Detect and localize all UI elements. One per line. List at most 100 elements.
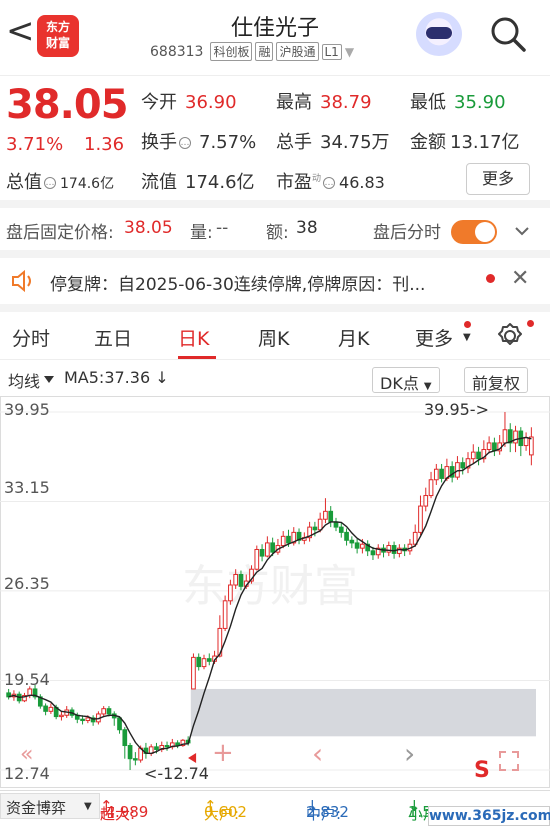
assistant-robot-icon[interactable] <box>416 12 462 56</box>
super-large-value: -4.989 <box>100 803 149 821</box>
y-tick-label: 33.15 <box>4 478 50 497</box>
scroll-left-fast-button[interactable]: « <box>20 742 33 767</box>
candle-body <box>48 706 54 712</box>
candle-body <box>370 550 376 556</box>
price-gap-band <box>190 688 537 737</box>
tab-weekly-k[interactable]: 周K <box>258 324 289 351</box>
stat-amount-value: 13.17亿 <box>450 132 520 153</box>
tag-star-market: 科创板 <box>210 42 253 61</box>
tab-intraday[interactable]: 分时 <box>12 324 50 351</box>
signal-s-marker[interactable]: S <box>474 758 490 783</box>
chart-min-label: <-12.74 <box>144 764 209 783</box>
tab-more[interactable]: 更多 <box>415 324 453 351</box>
stat-open: 今开 36.90 <box>141 88 237 114</box>
candle-body <box>196 656 202 668</box>
candle-body <box>455 462 460 478</box>
kline-svg[interactable]: 东方财富 <box>0 396 550 788</box>
candle-body <box>280 535 286 547</box>
stat-amount: 金额 13.17亿 <box>410 128 520 154</box>
candle-body <box>270 542 275 553</box>
scroll-left-button[interactable]: ‹ <box>312 737 323 770</box>
stat-high-value: 38.79 <box>320 92 372 113</box>
info-icon[interactable]: … <box>179 137 191 149</box>
candle-body <box>349 539 355 544</box>
stat-pe-sup: 动 <box>312 174 322 184</box>
ma-type-selector[interactable]: 均线 <box>8 368 40 392</box>
candle-body <box>523 437 529 447</box>
candle-body <box>238 573 244 587</box>
candle-body <box>101 708 107 715</box>
caret-down-icon: ▼ <box>463 332 471 343</box>
after-hours-toggle[interactable] <box>451 220 497 244</box>
candle-body <box>27 688 33 697</box>
candle-body <box>502 429 508 444</box>
candle-body <box>344 531 349 541</box>
chevron-down-icon[interactable]: ▼ <box>345 45 354 59</box>
stat-pe-label: 市盈 <box>276 172 312 193</box>
more-stats-button[interactable]: 更多 <box>466 163 530 195</box>
candle-body <box>201 658 207 668</box>
stat-float-cap: 流值 174.6亿 <box>141 168 255 194</box>
medium-value: 2.832 <box>306 803 349 821</box>
candle-body <box>312 526 318 531</box>
candle-body <box>513 430 518 444</box>
chart-watermark: 东方财富 <box>182 561 358 612</box>
stock-subtitle[interactable]: 688313 科创板 融 沪股通 L1 ▼ <box>150 42 354 61</box>
candle-body <box>59 714 64 718</box>
large-flow: 大户: 0.602 ↑ <box>204 797 247 823</box>
medium-flow: 中户: 2.832 ↓ <box>306 797 349 823</box>
change-amount: 1.36 <box>84 134 125 155</box>
fullscreen-icon[interactable] <box>496 748 522 774</box>
kline-chart[interactable]: 东方财富 <box>0 396 550 788</box>
stock-name: 仕佳光子 <box>230 16 319 41</box>
candle-body <box>386 545 392 553</box>
adjust-mode-button[interactable]: 前复权 <box>464 367 529 393</box>
gear-icon[interactable] <box>496 322 524 350</box>
candle-body <box>391 545 397 554</box>
notice-text: 停复牌：自2025-06-30连续停牌,停牌原因：刊... <box>50 275 426 295</box>
stat-amount-label: 金额 <box>410 132 446 153</box>
tab-monthly-k[interactable]: 月K <box>338 324 369 351</box>
ma5-readout: MA5:37.36 ↓ <box>64 368 169 387</box>
caret-down-icon: ▼ <box>84 801 92 812</box>
site-watermark: www.365jz.com <box>428 806 550 826</box>
candle-body <box>433 468 439 481</box>
candle-body <box>354 542 360 549</box>
stat-open-value: 36.90 <box>185 92 237 113</box>
candle-body <box>323 510 328 520</box>
candle-body <box>85 717 91 722</box>
dk-point-button[interactable]: DK点 ▼ <box>372 367 440 393</box>
header: < 东方 财富 仕佳光子 688313 科创板 融 沪股通 L1 ▼ <box>0 0 550 76</box>
speaker-icon <box>12 269 31 293</box>
candle-body <box>460 462 466 469</box>
candle-body <box>164 745 170 748</box>
stat-volume-label: 总手 <box>276 132 312 153</box>
candle-body <box>106 708 112 715</box>
candle-body <box>428 479 434 497</box>
candle-body <box>80 718 85 722</box>
zoom-in-button[interactable]: + <box>212 738 234 768</box>
candle-body <box>122 729 128 747</box>
stat-high: 最高 38.79 <box>276 88 372 114</box>
candle-body <box>317 518 323 531</box>
search-icon[interactable] <box>488 14 528 54</box>
candle-body <box>191 656 196 690</box>
stat-high-label: 最高 <box>276 92 312 113</box>
candle-body <box>154 746 159 750</box>
stat-market-cap: 总值… 174.6亿 <box>6 168 114 194</box>
info-icon[interactable]: … <box>323 177 336 189</box>
close-icon[interactable]: ✕ <box>511 266 529 291</box>
candle-body <box>233 573 239 586</box>
scroll-right-button[interactable]: › <box>404 737 415 770</box>
chevron-down-icon[interactable] <box>513 222 531 240</box>
y-tick-label: 26.35 <box>4 574 50 593</box>
candle-body <box>439 468 444 479</box>
stat-float-cap-label: 流值 <box>141 172 177 193</box>
tab-daily-k[interactable]: 日K <box>178 324 209 351</box>
stat-turnover-value: 7.57% <box>199 132 257 153</box>
tab-five-day[interactable]: 五日 <box>94 324 132 351</box>
suspension-notice[interactable]: 停复牌：自2025-06-30连续停牌,停牌原因：刊... ✕ <box>0 258 550 304</box>
info-icon[interactable]: … <box>44 177 56 189</box>
chart-toolbar: 均线 MA5:37.36 ↓ DK点 ▼ 前复权 <box>0 362 550 396</box>
after-hours-vol-label: 量: <box>190 223 213 243</box>
